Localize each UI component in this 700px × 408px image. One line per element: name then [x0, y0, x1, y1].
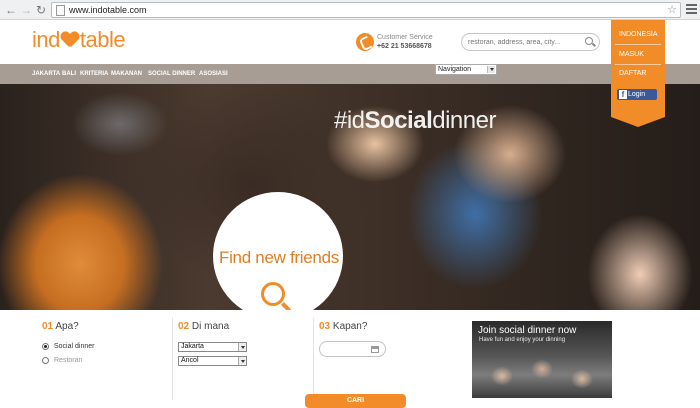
logo-text-right: table	[79, 27, 126, 52]
masuk-link[interactable]: MASUK	[619, 51, 644, 58]
site-header: ind table Customer Service +62 21 5366867…	[0, 20, 700, 64]
nav-item-asosiasi[interactable]: ASOSIASI	[199, 71, 228, 77]
magnifier-icon	[261, 282, 285, 306]
facebook-login-button[interactable]: f Login	[617, 89, 657, 100]
step-3-label: Kapan?	[332, 321, 368, 332]
panel-divider	[615, 64, 661, 65]
nav-item-social-dinner[interactable]: SOCIAL DINNER	[148, 71, 195, 77]
step-2-number: 02	[178, 321, 190, 332]
language-indonesia-link[interactable]: INDONESIA	[619, 31, 658, 38]
search-icon[interactable]	[585, 37, 593, 45]
radio-social-dinner[interactable]	[42, 343, 49, 350]
step-3-number: 03	[319, 321, 331, 332]
calendar-icon[interactable]	[371, 346, 379, 353]
navigation-select-value: Navigation	[438, 66, 472, 73]
main-nav: JAKARTA BALI KRITERIA MAKANAN SOCIAL DIN…	[0, 64, 700, 84]
page-icon	[56, 5, 65, 16]
radio-social-dinner-label[interactable]: Social dinner	[54, 343, 94, 350]
heart-icon	[61, 32, 79, 48]
column-divider	[313, 318, 314, 400]
facebook-login-label: Login	[628, 91, 646, 98]
step-2-label: Di mana	[191, 321, 230, 332]
hero-hashtag: #idSocialdinner	[334, 107, 496, 135]
search-submit-button[interactable]: CARI	[305, 394, 406, 408]
back-icon[interactable]: ←	[4, 3, 18, 17]
step-3-title: 03 Kapan?	[319, 321, 367, 332]
city-select-value: Jakarta	[181, 343, 204, 350]
logo-text-left: ind	[32, 27, 60, 52]
radio-restoran[interactable]	[42, 357, 49, 364]
search-box	[461, 33, 600, 51]
browser-menu-icon[interactable]	[686, 4, 697, 15]
step-1-label: Apa?	[55, 321, 79, 332]
nav-item-jakarta[interactable]: JAKARTA	[32, 71, 60, 77]
city-select[interactable]: Jakarta	[178, 342, 247, 352]
hashtag-suffix: dinner	[432, 107, 496, 134]
area-select-value: Ancol	[181, 357, 199, 364]
area-select[interactable]: Ancol	[178, 356, 247, 366]
forward-icon[interactable]: →	[19, 3, 33, 17]
customer-service-phone: +62 21 53668678	[377, 43, 432, 50]
radio-restoran-label[interactable]: Restoran	[54, 357, 82, 364]
reload-icon[interactable]: ↻	[34, 3, 48, 17]
search-input[interactable]	[468, 37, 580, 48]
promo-subtitle: Have fun and enjoy your dinning	[479, 337, 566, 343]
promo-title: Join social dinner now	[478, 325, 577, 336]
nav-item-makanan[interactable]: MAKANAN	[111, 71, 142, 77]
hashtag-strong: Social	[364, 107, 433, 134]
step-1-title: 01 Apa?	[42, 321, 79, 332]
step-2-title: 02 Di mana	[178, 321, 229, 332]
chevron-down-icon	[238, 357, 246, 365]
customer-service-label: Customer Service	[377, 34, 433, 41]
phone-icon	[356, 33, 374, 51]
column-divider	[172, 318, 173, 400]
chevron-down-icon	[238, 343, 246, 351]
nav-item-bali[interactable]: BALI	[62, 71, 76, 77]
bookmark-star-icon[interactable]: ☆	[667, 3, 677, 17]
indotable-logo[interactable]: ind table	[32, 26, 126, 54]
step-1-number: 01	[42, 321, 54, 332]
daftar-link[interactable]: DAFTAR	[619, 70, 646, 77]
browser-toolbar: ← → ↻ www.indotable.com ☆	[0, 0, 700, 20]
hashtag-prefix: #id	[334, 107, 365, 134]
nav-item-kriteria[interactable]: KRITERIA	[80, 71, 108, 77]
panel-divider	[615, 44, 661, 45]
social-dinner-promo-banner[interactable]: Join social dinner now Have fun and enjo…	[472, 321, 612, 398]
date-input[interactable]	[319, 341, 386, 357]
chevron-down-icon	[487, 66, 495, 73]
address-bar[interactable]: www.indotable.com ☆	[51, 2, 681, 18]
bubble-text: Find new friends	[219, 248, 339, 267]
search-form: 01 Apa? Social dinner Restoran 02 Di man…	[32, 310, 624, 408]
account-panel: INDONESIA MASUK DAFTAR f Login	[611, 20, 665, 127]
url-text[interactable]: www.indotable.com	[69, 4, 147, 17]
navigation-select[interactable]: Navigation	[435, 64, 497, 75]
facebook-icon: f	[619, 90, 627, 99]
